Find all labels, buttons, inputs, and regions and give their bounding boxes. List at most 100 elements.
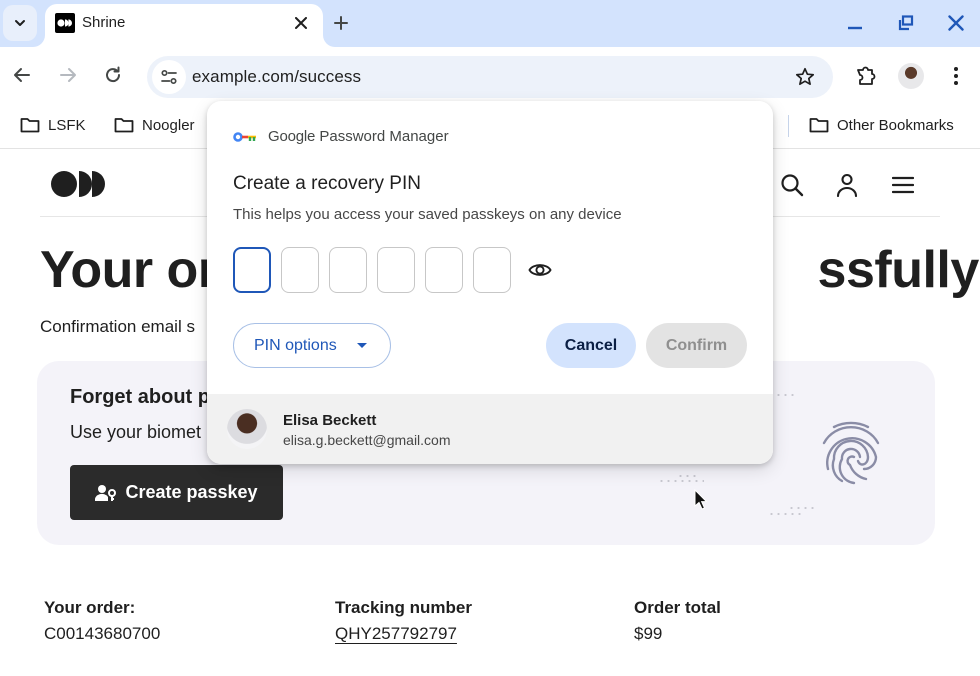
bookmark-label: Noogler xyxy=(142,116,195,134)
tab-close-button[interactable] xyxy=(291,13,311,33)
site-search-button[interactable] xyxy=(779,172,805,198)
pin-options-dropdown[interactable]: PIN options xyxy=(233,323,391,368)
chevron-down-icon xyxy=(15,20,25,26)
star-icon xyxy=(795,67,815,86)
decorative-dots xyxy=(788,507,818,509)
bookmark-folder[interactable]: LSFK xyxy=(20,114,86,136)
headline-text-left: Your or xyxy=(40,241,218,299)
fingerprint-icon xyxy=(822,421,880,485)
site-account-button[interactable] xyxy=(834,172,860,198)
pin-digit-input[interactable] xyxy=(281,247,319,293)
decorative-dots xyxy=(768,513,804,515)
reload-icon xyxy=(106,66,121,83)
forward-button[interactable] xyxy=(56,63,80,87)
other-bookmarks-folder[interactable]: Other Bookmarks xyxy=(809,114,954,136)
headline-text-right: ssfully xyxy=(817,241,980,299)
brand-google: Google xyxy=(268,128,316,145)
card-title: Forget about p xyxy=(70,386,210,408)
order-total-label: Order total xyxy=(634,598,721,617)
shrine-favicon xyxy=(55,13,75,33)
create-passkey-label: Create passkey xyxy=(125,482,258,502)
key-icon xyxy=(233,131,256,142)
account-icon xyxy=(836,173,858,197)
order-number: C00143680700 xyxy=(44,624,161,643)
tracking-section: Tracking number QHY257792797 xyxy=(335,598,472,644)
close-window-button[interactable] xyxy=(943,10,969,36)
profile-avatar[interactable] xyxy=(898,63,924,89)
dialog-title: Create a recovery PIN xyxy=(233,173,421,194)
dialog-subtitle: This helps you access your saved passkey… xyxy=(233,206,622,223)
account-avatar xyxy=(227,409,267,449)
account-name: Elisa Beckett xyxy=(283,412,377,429)
tracking-label: Tracking number xyxy=(335,598,472,617)
pin-digit-input[interactable] xyxy=(473,247,511,293)
show-pin-toggle[interactable] xyxy=(525,255,555,285)
cancel-button[interactable]: Cancel xyxy=(546,323,636,368)
tab-search-button[interactable] xyxy=(3,5,37,41)
confirm-button[interactable]: Confirm xyxy=(646,323,747,368)
arrow-left-icon xyxy=(14,68,30,82)
passkey-icon xyxy=(95,484,117,501)
reload-button[interactable] xyxy=(101,63,125,87)
menu-icon xyxy=(892,176,914,194)
order-label: Your order: xyxy=(44,598,136,617)
bookmarks-separator xyxy=(788,115,789,137)
decorative-dots xyxy=(775,394,795,396)
shrine-logo[interactable] xyxy=(51,170,107,198)
tab-strip: Shrine xyxy=(0,0,980,47)
restore-icon xyxy=(898,15,914,31)
other-bookmarks-label: Other Bookmarks xyxy=(837,116,954,134)
more-vert-icon xyxy=(954,67,958,85)
create-passkey-button[interactable]: Create passkey xyxy=(70,465,283,520)
search-icon xyxy=(781,174,804,197)
account-footer: Elisa Beckett elisa.g.beckett@gmail.com xyxy=(207,394,773,464)
tune-icon xyxy=(161,69,177,85)
eye-icon xyxy=(528,264,552,276)
minimize-icon xyxy=(848,26,862,30)
bookmark-star-button[interactable] xyxy=(793,65,817,89)
brand-product: Password Manager xyxy=(319,128,449,145)
decorative-dots xyxy=(658,480,704,482)
puzzle-icon xyxy=(857,66,876,85)
tab-title: Shrine xyxy=(82,14,126,31)
site-menu-button[interactable] xyxy=(890,172,916,198)
account-email: elisa.g.beckett@gmail.com xyxy=(283,432,451,448)
folder-icon xyxy=(809,118,829,133)
bookmark-folder[interactable]: Noogler xyxy=(114,114,195,136)
decorative-dots xyxy=(677,475,699,477)
address-bar[interactable]: example.com/success xyxy=(147,56,833,98)
order-number-section: Your order: C00143680700 xyxy=(44,598,160,644)
pin-digit-input[interactable] xyxy=(329,247,367,293)
tracking-number-link[interactable]: QHY257792797 xyxy=(335,624,472,644)
pin-options-label: PIN options xyxy=(254,336,337,354)
card-subtitle: Use your biomet xyxy=(70,422,202,442)
order-total-value: $99 xyxy=(634,624,663,643)
caret-down-icon xyxy=(356,343,367,348)
arrow-right-icon xyxy=(60,68,76,82)
close-icon xyxy=(948,15,964,31)
folder-icon xyxy=(20,118,40,133)
restore-button[interactable] xyxy=(893,10,919,36)
browser-toolbar: example.com/success xyxy=(0,47,980,103)
pin-input-group xyxy=(233,247,555,293)
confirmation-email-text: Confirmation email s xyxy=(40,317,195,336)
extensions-button[interactable] xyxy=(853,63,879,89)
password-manager-brand: Google Password Manager xyxy=(233,128,449,145)
pin-digit-input[interactable] xyxy=(233,247,271,293)
plus-icon xyxy=(334,16,348,30)
back-button[interactable] xyxy=(10,63,34,87)
minimize-button[interactable] xyxy=(842,10,868,36)
password-manager-dialog: Google Password Manager Create a recover… xyxy=(207,101,773,464)
mouse-cursor-icon xyxy=(694,489,708,510)
folder-icon xyxy=(114,118,134,133)
order-total-section: Order total $99 xyxy=(634,598,721,644)
url-text[interactable]: example.com/success xyxy=(192,67,361,87)
active-tab[interactable]: Shrine xyxy=(45,4,323,47)
bookmark-label: LSFK xyxy=(48,116,86,134)
close-icon xyxy=(295,17,307,29)
new-tab-button[interactable] xyxy=(330,12,352,34)
site-info-button[interactable] xyxy=(152,60,186,94)
pin-digit-input[interactable] xyxy=(425,247,463,293)
pin-digit-input[interactable] xyxy=(377,247,415,293)
browser-menu-button[interactable] xyxy=(943,63,969,89)
